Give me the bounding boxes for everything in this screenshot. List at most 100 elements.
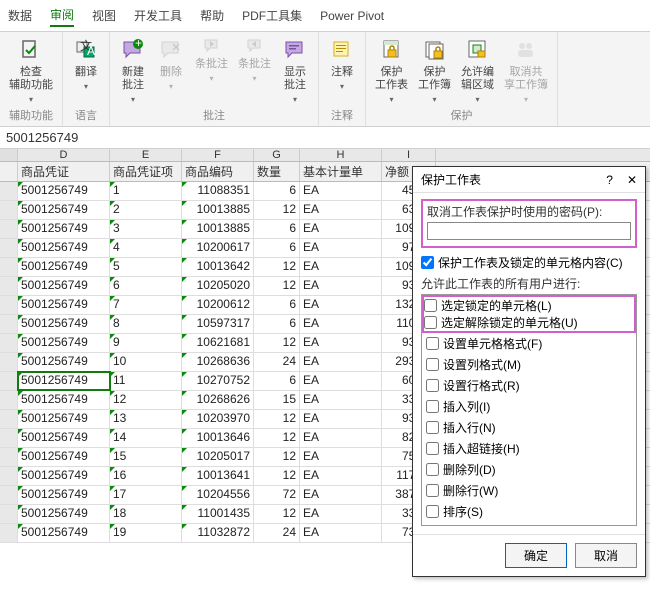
option-checkbox[interactable] [426, 484, 439, 497]
tab-Power Pivot[interactable]: Power Pivot [320, 7, 384, 25]
cell[interactable]: 12 [254, 505, 300, 523]
cell[interactable]: 10013642 [182, 258, 254, 276]
cell[interactable]: EA [300, 258, 382, 276]
cell[interactable]: 17 [110, 486, 182, 504]
cell[interactable]: 5 [110, 258, 182, 276]
cell[interactable]: 5001256749 [18, 486, 110, 504]
cell[interactable]: 5001256749 [18, 372, 110, 390]
tab-帮助[interactable]: 帮助 [200, 5, 224, 26]
cell[interactable]: 5001256749 [18, 391, 110, 409]
cell[interactable]: 5001256749 [18, 448, 110, 466]
ribbon-psheet[interactable]: 保护工作表▾ [372, 35, 411, 106]
ribbon-show[interactable]: 显示批注▾ [278, 35, 312, 106]
cell[interactable]: 11032872 [182, 524, 254, 542]
cell[interactable]: 6 [254, 296, 300, 314]
cell[interactable]: EA [300, 353, 382, 371]
cell[interactable]: 11088351 [182, 182, 254, 200]
cell[interactable]: 5001256749 [18, 258, 110, 276]
cell[interactable]: 24 [254, 353, 300, 371]
cell[interactable]: 10205020 [182, 277, 254, 295]
cell[interactable]: 5001256749 [18, 277, 110, 295]
cell[interactable]: 5001256749 [18, 334, 110, 352]
cell[interactable]: 6 [254, 220, 300, 238]
cell[interactable]: 15 [110, 448, 182, 466]
cell[interactable]: 5001256749 [18, 429, 110, 447]
cell[interactable]: 12 [254, 410, 300, 428]
cell[interactable]: EA [300, 201, 382, 219]
cell[interactable]: 5001256749 [18, 220, 110, 238]
cell[interactable]: EA [300, 467, 382, 485]
cell[interactable]: 10268636 [182, 353, 254, 371]
ribbon-check[interactable]: 检查辅助功能▾ [6, 35, 56, 106]
header-cell[interactable]: 数量 [254, 162, 300, 181]
cell[interactable]: 12 [254, 201, 300, 219]
cell[interactable]: 10621681 [182, 334, 254, 352]
col-header-D[interactable]: D [18, 149, 110, 161]
cell[interactable]: 2 [110, 201, 182, 219]
ribbon-newcomment[interactable]: +新建批注▾ [116, 35, 150, 106]
cell[interactable]: EA [300, 372, 382, 390]
option-checkbox[interactable] [426, 379, 439, 392]
cell[interactable]: EA [300, 391, 382, 409]
cell[interactable]: 12 [254, 334, 300, 352]
cell[interactable]: 3 [110, 220, 182, 238]
tab-PDF工具集[interactable]: PDF工具集 [242, 5, 302, 26]
cell[interactable]: EA [300, 448, 382, 466]
cell[interactable]: 6 [254, 372, 300, 390]
cell[interactable]: EA [300, 486, 382, 504]
cell[interactable]: 12 [254, 277, 300, 295]
tab-审阅[interactable]: 审阅 [50, 4, 74, 27]
cell[interactable]: 1 [110, 182, 182, 200]
cell[interactable]: EA [300, 410, 382, 428]
cell[interactable]: 10013646 [182, 429, 254, 447]
header-cell[interactable]: 基本计量单 [300, 162, 382, 181]
ribbon-allow[interactable]: 允许编辑区域▾ [458, 35, 497, 106]
col-header-G[interactable]: G [254, 149, 300, 161]
cell[interactable]: 10200617 [182, 239, 254, 257]
cell[interactable]: 11001435 [182, 505, 254, 523]
option-5[interactable]: 插入列(I) [422, 396, 636, 417]
cell[interactable]: 11 [110, 372, 182, 390]
ribbon-pbook[interactable]: 保护工作簿▾ [415, 35, 454, 106]
cell[interactable]: 10270752 [182, 372, 254, 390]
cell[interactable]: 12 [254, 448, 300, 466]
password-input[interactable] [427, 222, 631, 240]
cell[interactable]: EA [300, 505, 382, 523]
cell[interactable]: 5001256749 [18, 467, 110, 485]
cell[interactable]: EA [300, 277, 382, 295]
cell[interactable]: 5001256749 [18, 353, 110, 371]
close-icon[interactable]: ✕ [627, 173, 637, 187]
col-header-E[interactable]: E [110, 149, 182, 161]
header-cell[interactable]: 商品凭证项 [110, 162, 182, 181]
cell[interactable]: 18 [110, 505, 182, 523]
option-3[interactable]: 设置列格式(M) [422, 354, 636, 375]
cell[interactable]: 13 [110, 410, 182, 428]
cell[interactable]: 24 [254, 524, 300, 542]
cell[interactable]: EA [300, 220, 382, 238]
cell[interactable]: 6 [254, 315, 300, 333]
cell[interactable]: 5001256749 [18, 182, 110, 200]
option-7[interactable]: 插入超链接(H) [422, 438, 636, 459]
tab-视图[interactable]: 视图 [92, 5, 116, 26]
cell[interactable]: 12 [254, 429, 300, 447]
cell[interactable]: 8 [110, 315, 182, 333]
cell[interactable]: 6 [254, 239, 300, 257]
cell[interactable]: 14 [110, 429, 182, 447]
cell[interactable]: EA [300, 239, 382, 257]
col-header-H[interactable]: H [300, 149, 382, 161]
header-cell[interactable]: 商品编码 [182, 162, 254, 181]
cell[interactable]: 6 [254, 182, 300, 200]
cell[interactable]: 19 [110, 524, 182, 542]
cancel-button[interactable]: 取消 [575, 543, 637, 568]
cell[interactable]: 10200612 [182, 296, 254, 314]
cell[interactable]: 4 [110, 239, 182, 257]
option-checkbox[interactable] [426, 400, 439, 413]
cell[interactable]: EA [300, 296, 382, 314]
col-header-F[interactable]: F [182, 149, 254, 161]
ribbon-note[interactable]: 注释▾ [325, 35, 359, 93]
option-9[interactable]: 删除行(W) [422, 480, 636, 501]
lock-checkbox-row[interactable]: 保护工作表及锁定的单元格内容(C) [421, 254, 637, 271]
cell[interactable]: 12 [254, 258, 300, 276]
cell[interactable]: 9 [110, 334, 182, 352]
option-checkbox[interactable] [426, 463, 439, 476]
